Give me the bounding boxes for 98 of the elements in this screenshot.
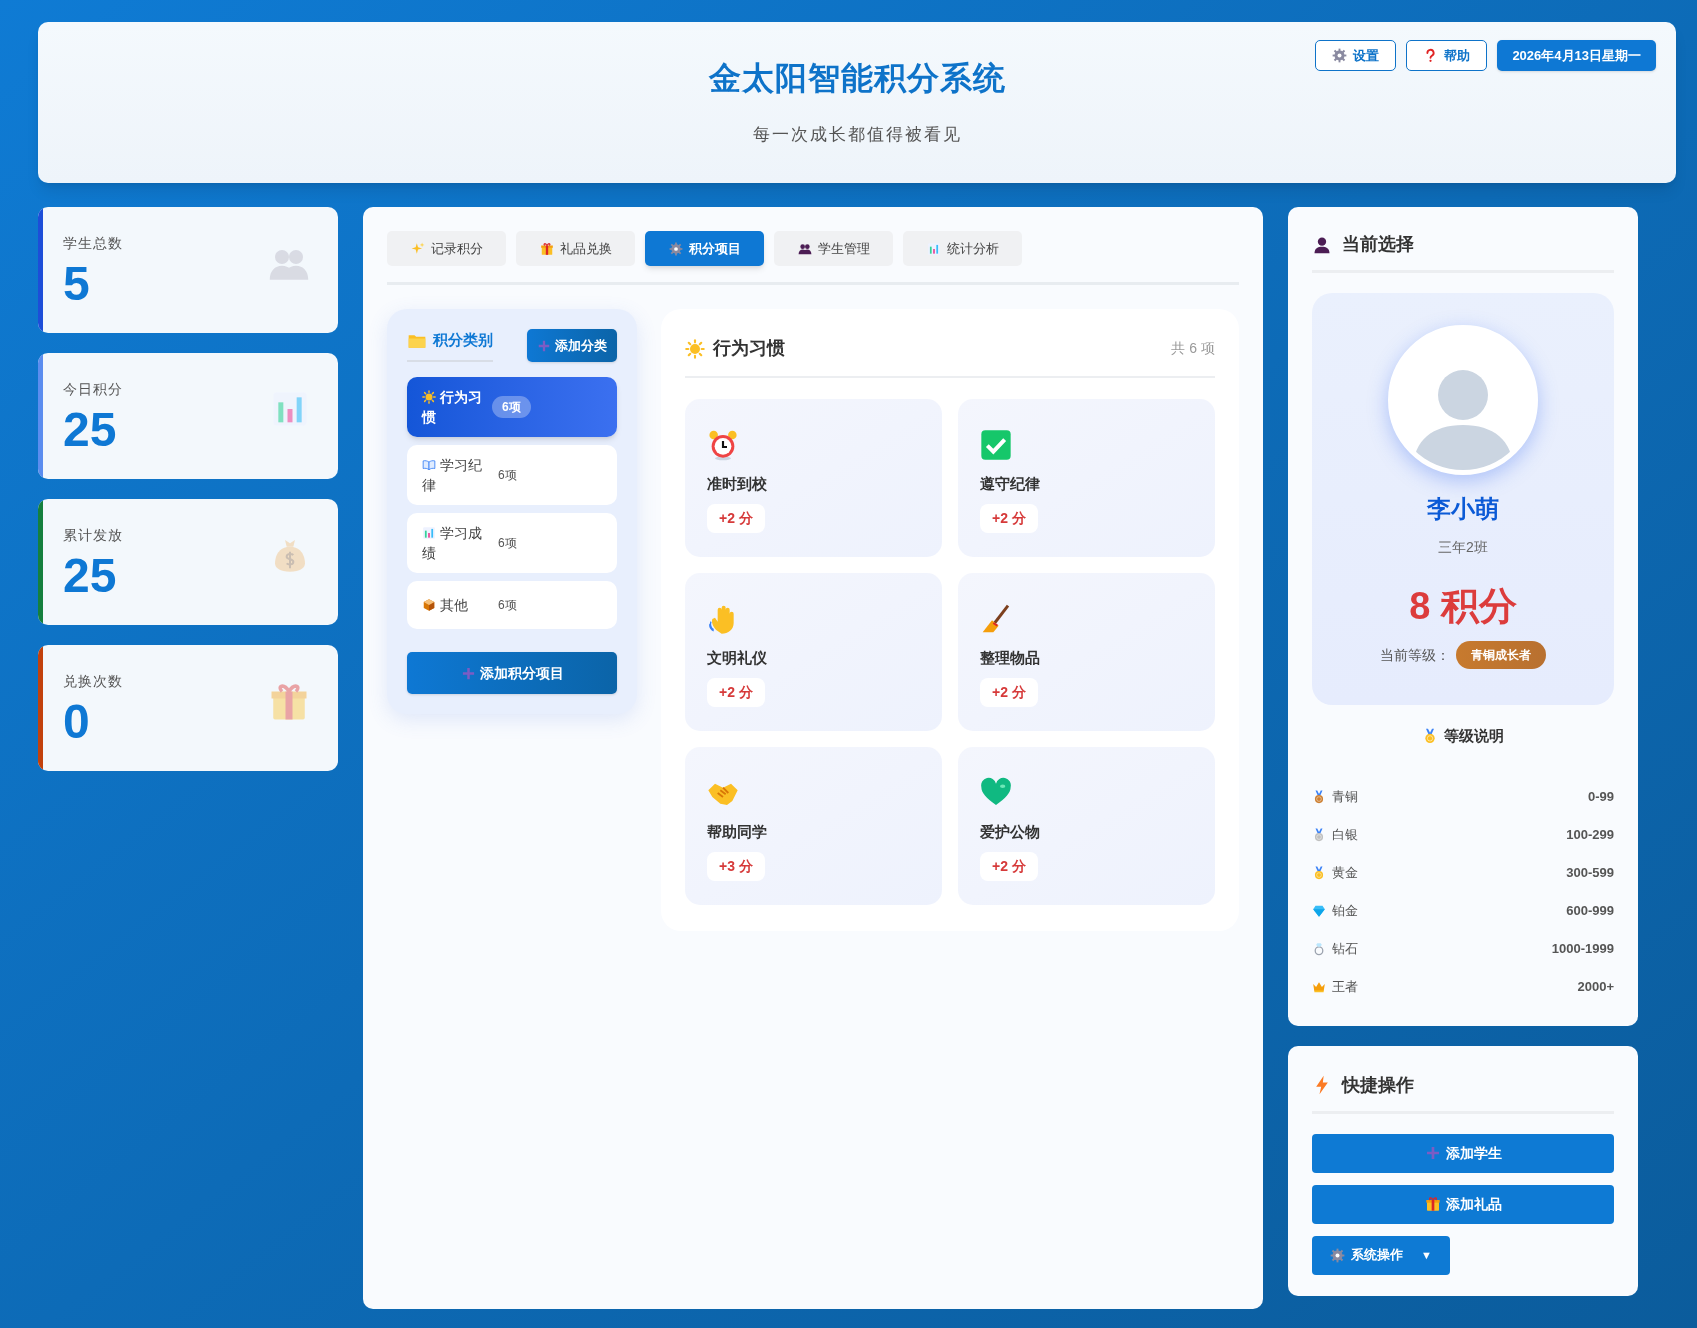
level-range: 600-999 (1566, 901, 1614, 920)
gear-icon (1330, 1247, 1345, 1263)
points-badge: +2 分 (707, 677, 765, 707)
level-badge: 青铜成长者 (1456, 641, 1546, 669)
app-subtitle: 每一次成长都值得被看见 (752, 124, 962, 146)
category-item[interactable]: 行为习惯 6项 (407, 377, 617, 437)
level-range: 100-299 (1566, 825, 1614, 844)
levels-title: 等级说明 (1444, 726, 1504, 746)
points-badge: +2 分 (707, 503, 765, 533)
tab[interactable]: 礼品兑换 (516, 231, 635, 266)
item-name: 爱护公物 (980, 822, 1041, 842)
point-item-card[interactable]: 文明礼仪 +2 分 (685, 573, 942, 731)
category-item[interactable]: 其他 6项 (407, 581, 617, 629)
level-range: 0-99 (1587, 787, 1614, 806)
medal-icon (1422, 728, 1438, 745)
add-category-button[interactable]: 添加分类 (527, 329, 617, 362)
level-range: 300-599 (1566, 863, 1614, 882)
level-name: 白银 (1332, 825, 1358, 844)
category-count: 6项 (497, 535, 518, 552)
point-item-card[interactable]: 准时到校 +2 分 (685, 399, 942, 557)
checkbox-icon (980, 429, 1012, 461)
book-icon (422, 458, 436, 472)
category-item[interactable]: 学习成绩 6项 (407, 513, 617, 573)
alarm-clock-icon (707, 429, 739, 461)
sun-icon (685, 338, 705, 359)
point-item-card[interactable]: 整理物品 +2 分 (958, 573, 1215, 731)
item-name: 文明礼仪 (707, 648, 768, 668)
bar-chart-icon (926, 241, 941, 256)
level-name: 黄金 (1332, 863, 1358, 882)
plus-icon (460, 665, 476, 681)
gift-icon (1424, 1196, 1441, 1212)
item-name: 准时到校 (707, 474, 768, 494)
level-label: 当前等级： (1380, 645, 1450, 665)
people-icon (797, 241, 812, 256)
student-class: 三年2班 (1438, 538, 1488, 557)
stat-label: 兑换次数 (63, 672, 123, 691)
stat-value: 25 (63, 548, 118, 604)
medal-icon (1312, 865, 1326, 880)
item-count: 共 6 项 (1171, 339, 1215, 358)
header-button[interactable]: 帮助 (1406, 40, 1488, 71)
level-name: 铂金 (1332, 901, 1358, 920)
item-name: 帮助同学 (707, 822, 768, 842)
quick-action-button[interactable]: 添加礼品 (1312, 1184, 1614, 1224)
stat-value: 5 (63, 256, 91, 312)
sun-icon (422, 390, 436, 404)
app-title: 金太阳智能积分系统 (708, 59, 1006, 98)
tab[interactable]: 积分项目 (645, 231, 764, 266)
box-icon (422, 598, 436, 612)
items-panel-title: 行为习惯 (713, 337, 785, 360)
category-heading: 积分类别 (407, 329, 493, 362)
caret-icon: ▼ (1421, 1246, 1432, 1264)
medal-icon (1312, 789, 1326, 804)
level-range: 2000+ (1577, 977, 1614, 996)
level-range: 1000-1999 (1551, 939, 1614, 958)
sparkles-icon (410, 241, 425, 256)
gift-icon (539, 241, 554, 256)
header-button[interactable]: 设置 (1315, 40, 1397, 71)
quick-action-button[interactable]: 添加学生 (1312, 1133, 1614, 1173)
point-item-card[interactable]: 遵守纪律 +2 分 (958, 399, 1215, 557)
points-badge: +2 分 (980, 503, 1038, 533)
level-name: 青铜 (1332, 787, 1358, 806)
stat-value: 25 (63, 402, 118, 458)
bar-chart-icon (422, 526, 436, 540)
gear-icon (668, 241, 683, 256)
points-badge: +2 分 (980, 851, 1038, 881)
tab[interactable]: 学生管理 (774, 231, 893, 266)
point-item-card[interactable]: 爱护公物 +2 分 (958, 747, 1215, 905)
level-name: 钻石 (1332, 939, 1358, 958)
item-name: 遵守纪律 (980, 474, 1041, 494)
plus-icon (537, 338, 551, 353)
tab[interactable]: 记录积分 (387, 231, 506, 266)
system-actions-dropdown[interactable]: 系统操作 ▼ (1312, 1235, 1450, 1275)
stat-value: 0 (63, 694, 91, 750)
panel-title: 快捷操作 (1342, 1073, 1414, 1097)
tab[interactable]: 统计分析 (903, 231, 1022, 266)
points-badge: +3 分 (707, 851, 765, 881)
ring-icon (1312, 941, 1326, 956)
stat-label: 今日积分 (63, 380, 123, 399)
stat-label: 累计发放 (63, 526, 123, 545)
stat-label: 学生总数 (63, 234, 123, 253)
date-badge: 2026年4月13日星期一 (1497, 40, 1656, 71)
category-count: 6项 (497, 597, 518, 614)
item-name: 整理物品 (980, 648, 1041, 668)
student-name: 李小萌 (1427, 494, 1499, 524)
panel-title: 当前选择 (1342, 233, 1414, 256)
medal-icon (1312, 827, 1326, 842)
diamond-icon (1312, 903, 1326, 918)
broom-icon (980, 603, 1012, 635)
category-count: 6项 (492, 396, 531, 418)
plus-icon (1424, 1145, 1441, 1161)
student-points: 8 积分 (1409, 584, 1517, 629)
category-count: 6项 (497, 467, 518, 484)
point-item-card[interactable]: 帮助同学 +3 分 (685, 747, 942, 905)
add-item-button[interactable]: 添加积分项目 (407, 652, 617, 694)
points-badge: +2 分 (980, 677, 1038, 707)
level-name: 王者 (1332, 977, 1358, 996)
category-item[interactable]: 学习纪律 6项 (407, 445, 617, 505)
gear-icon (1332, 48, 1348, 63)
